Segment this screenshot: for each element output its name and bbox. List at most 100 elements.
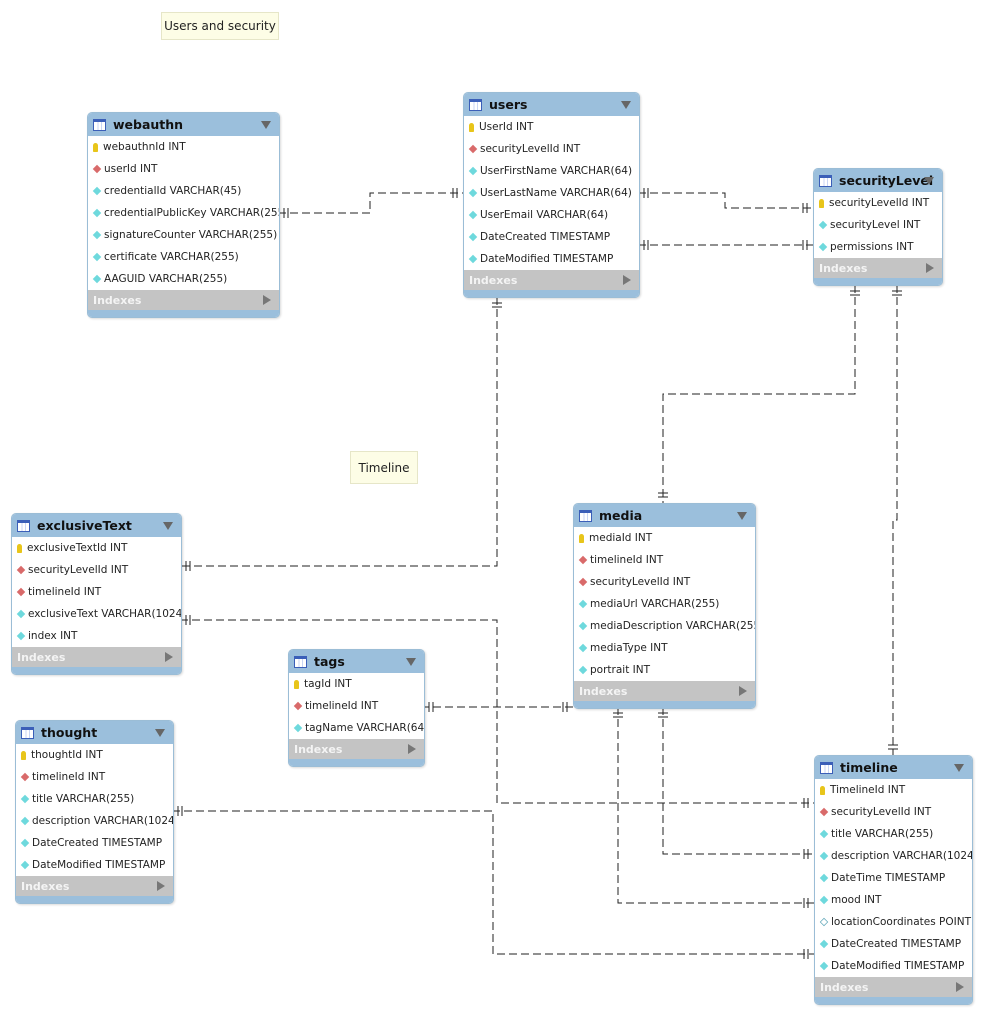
column-row[interactable]: timelineId INT (16, 766, 173, 788)
indexes-section[interactable]: Indexes (16, 876, 173, 896)
expand-arrow-icon[interactable] (408, 744, 416, 754)
column-row[interactable]: UserId INT (464, 116, 639, 138)
table-header[interactable]: exclusiveText (12, 514, 181, 537)
column-row[interactable]: certificate VARCHAR(255) (88, 246, 279, 268)
column-row[interactable]: exclusiveText VARCHAR(1024) (12, 603, 181, 625)
table-thought[interactable]: thought thoughtId INT timelineId INT title … (15, 720, 174, 904)
table-header[interactable]: securityLevel (814, 169, 942, 192)
column-row[interactable]: description VARCHAR(1024) (16, 810, 173, 832)
collapse-arrow-icon[interactable] (621, 101, 631, 109)
column-row[interactable]: DateTime TIMESTAMP (815, 867, 972, 889)
table-tags[interactable]: tags tagId INT timelineId INT tagName VARCH… (288, 649, 425, 767)
column-row[interactable]: credentialPublicKey VARCHAR(255) (88, 202, 279, 224)
relationship-line[interactable] (172, 810, 814, 955)
table-header[interactable]: tags (289, 650, 424, 673)
table-users[interactable]: users UserId INT securityLevelId INT UserFi… (463, 92, 640, 298)
column-row[interactable]: securityLevelId INT (815, 801, 972, 823)
note-timeline[interactable]: Timeline (350, 451, 418, 484)
column-row[interactable]: securityLevelId INT (814, 192, 942, 214)
indexes-section[interactable]: Indexes (815, 977, 972, 997)
column-row[interactable]: permissions INT (814, 236, 942, 258)
column-row[interactable]: tagName VARCHAR(64) (289, 717, 424, 739)
column-row[interactable]: portrait INT (574, 659, 755, 681)
column-row[interactable]: timelineId INT (289, 695, 424, 717)
expand-arrow-icon[interactable] (739, 686, 747, 696)
column-row[interactable]: signatureCounter VARCHAR(255) (88, 224, 279, 246)
relationship-line[interactable] (662, 707, 814, 855)
indexes-section[interactable]: Indexes (289, 739, 424, 759)
indexes-section[interactable]: Indexes (12, 647, 181, 667)
indexes-section[interactable]: Indexes (814, 258, 942, 278)
primary-key-icon (820, 785, 825, 795)
relationship-line[interactable] (892, 285, 898, 755)
relationship-line[interactable] (180, 297, 498, 567)
collapse-arrow-icon[interactable] (924, 177, 934, 185)
relationship-line[interactable] (662, 285, 856, 503)
table-header[interactable]: timeline (815, 756, 972, 779)
column-row[interactable]: exclusiveTextId INT (12, 537, 181, 559)
column-row[interactable]: mediaUrl VARCHAR(255) (574, 593, 755, 615)
column-row[interactable]: webauthnId INT (88, 136, 279, 158)
table-webauthn[interactable]: webauthn webauthnId INT userId INT credenti… (87, 112, 280, 318)
relationship-line[interactable] (278, 192, 463, 214)
column-row[interactable]: DateModified TIMESTAMP (815, 955, 972, 977)
column-row[interactable]: securityLevel INT (814, 214, 942, 236)
column-row[interactable]: mediaId INT (574, 527, 755, 549)
relationship-line[interactable] (638, 192, 813, 209)
column-row[interactable]: TimelineId INT (815, 779, 972, 801)
table-exclusiveText[interactable]: exclusiveText exclusiveTextId INT security… (11, 513, 182, 675)
column-row[interactable]: mediaDescription VARCHAR(255) (574, 615, 755, 637)
collapse-arrow-icon[interactable] (406, 658, 416, 666)
expand-arrow-icon[interactable] (157, 881, 165, 891)
column-row[interactable]: title VARCHAR(255) (16, 788, 173, 810)
collapse-arrow-icon[interactable] (954, 764, 964, 772)
column-row[interactable]: timelineId INT (12, 581, 181, 603)
collapse-arrow-icon[interactable] (261, 121, 271, 129)
expand-arrow-icon[interactable] (165, 652, 173, 662)
column-row[interactable]: securityLevelId INT (12, 559, 181, 581)
collapse-arrow-icon[interactable] (737, 512, 747, 520)
expand-arrow-icon[interactable] (956, 982, 964, 992)
column-row[interactable]: securityLevelId INT (464, 138, 639, 160)
table-media[interactable]: media mediaId INT timelineId INT securityLe… (573, 503, 756, 709)
column-row[interactable]: UserFirstName VARCHAR(64) (464, 160, 639, 182)
expand-arrow-icon[interactable] (623, 275, 631, 285)
column-row[interactable]: userId INT (88, 158, 279, 180)
table-header[interactable]: media (574, 504, 755, 527)
expand-arrow-icon[interactable] (263, 295, 271, 305)
column-row[interactable]: title VARCHAR(255) (815, 823, 972, 845)
column-row[interactable]: mood INT (815, 889, 972, 911)
column-row[interactable]: index INT (12, 625, 181, 647)
table-securityLevel[interactable]: securityLevel securityLevelId INT security… (813, 168, 943, 286)
column-row[interactable]: tagId INT (289, 673, 424, 695)
column-row[interactable]: credentialId VARCHAR(45) (88, 180, 279, 202)
column-row[interactable]: DateCreated TIMESTAMP (815, 933, 972, 955)
column-row[interactable]: description VARCHAR(1024) (815, 845, 972, 867)
column-row[interactable]: thoughtId INT (16, 744, 173, 766)
column-row[interactable]: AAGUID VARCHAR(255) (88, 268, 279, 290)
column-row[interactable]: DateCreated TIMESTAMP (16, 832, 173, 854)
column-row[interactable]: locationCoordinates POINT (815, 911, 972, 933)
relationship-line[interactable] (617, 707, 814, 904)
column-row[interactable]: securityLevelId INT (574, 571, 755, 593)
table-header[interactable]: webauthn (88, 113, 279, 136)
note-users-security[interactable]: Users and security (161, 12, 279, 40)
collapse-arrow-icon[interactable] (155, 729, 165, 737)
indexes-section[interactable]: Indexes (464, 270, 639, 290)
foreign-key-icon (16, 565, 26, 575)
table-timeline[interactable]: timeline TimelineId INT securityLevelId IN… (814, 755, 973, 1005)
column-row[interactable]: DateCreated TIMESTAMP (464, 226, 639, 248)
indexes-section[interactable]: Indexes (88, 290, 279, 310)
column-row[interactable]: UserLastName VARCHAR(64) (464, 182, 639, 204)
foreign-key-icon (819, 807, 829, 817)
collapse-arrow-icon[interactable] (163, 522, 173, 530)
column-row[interactable]: mediaType INT (574, 637, 755, 659)
indexes-section[interactable]: Indexes (574, 681, 755, 701)
column-row[interactable]: DateModified TIMESTAMP (464, 248, 639, 270)
table-header[interactable]: thought (16, 721, 173, 744)
expand-arrow-icon[interactable] (926, 263, 934, 273)
column-row[interactable]: timelineId INT (574, 549, 755, 571)
table-header[interactable]: users (464, 93, 639, 116)
column-row[interactable]: UserEmail VARCHAR(64) (464, 204, 639, 226)
column-row[interactable]: DateModified TIMESTAMP (16, 854, 173, 876)
